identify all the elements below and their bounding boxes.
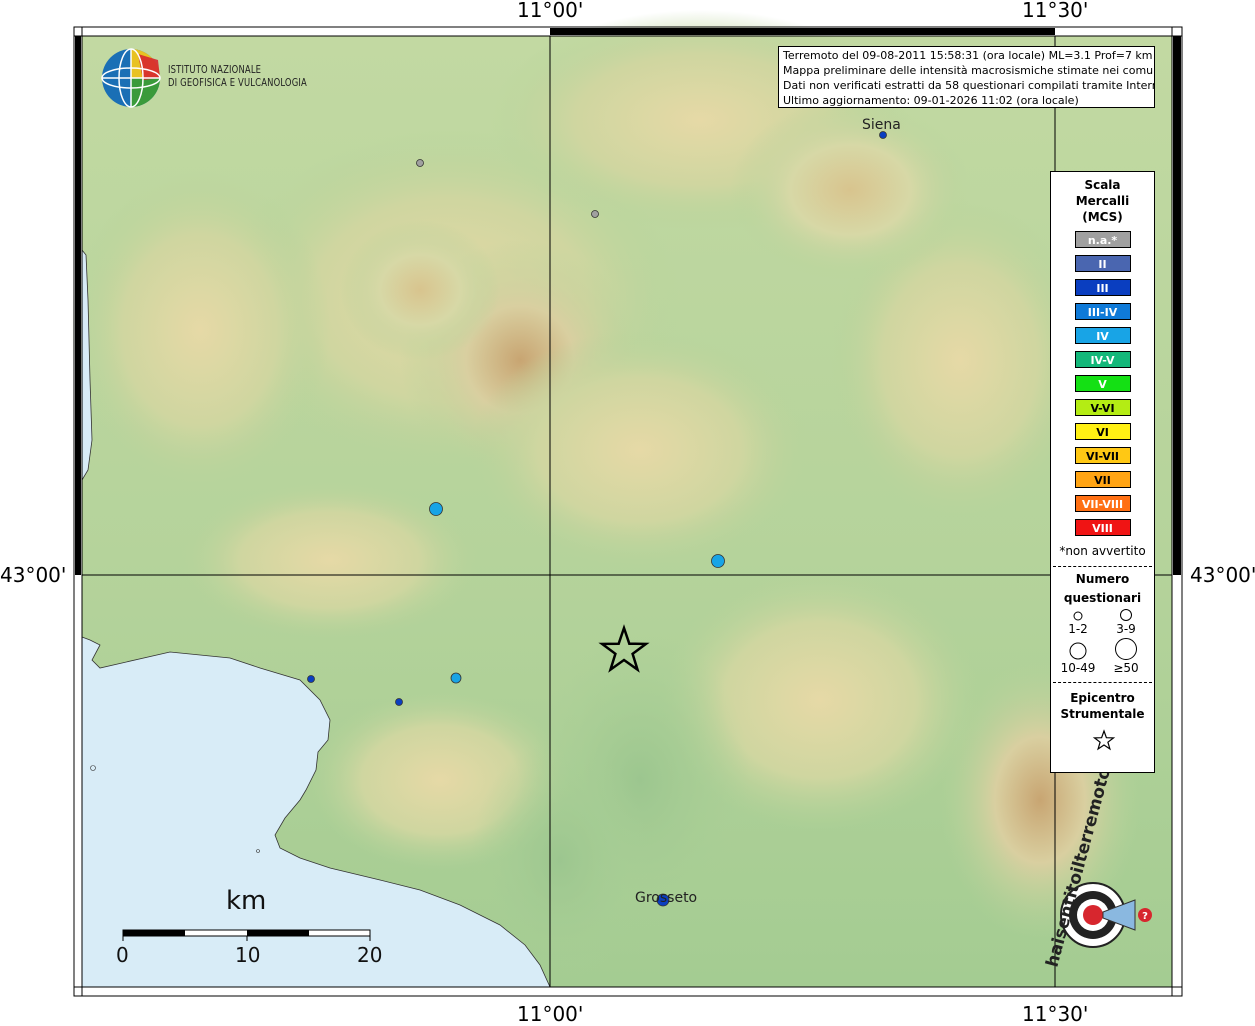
coord-right: 43°00'	[1190, 563, 1255, 587]
institute-line2: DI GEOFISICA E VULCANOLOGIA	[168, 76, 307, 89]
intensity-point-iv[interactable]	[711, 554, 725, 568]
legend-scale-item: n.a.*	[1074, 231, 1131, 248]
legend-note: *non avvertito	[1059, 544, 1146, 558]
legend-scale-item: VIII	[1074, 519, 1131, 536]
ingv-logo-icon	[101, 48, 161, 108]
legend-scale-item: VI	[1074, 423, 1131, 440]
coord-bottom-right: 11°30'	[1022, 1002, 1089, 1026]
scalebar-unit: km	[226, 886, 267, 916]
legend-count-1-2: 1-2	[1068, 622, 1088, 636]
intensity-point-iii[interactable]	[395, 698, 403, 706]
legend-epicenter-line2: Strumentale	[1060, 707, 1145, 721]
legend-divider	[1053, 566, 1152, 567]
legend-count-10-49: 10-49	[1060, 661, 1096, 675]
legend-count-title-line2: questionari	[1063, 591, 1142, 605]
legend-scale-item: VI-VII	[1074, 447, 1131, 464]
legend-title: Scala Mercalli (MCS)	[1051, 177, 1154, 225]
event-info-line2: Mappa preliminare delle intensità macros…	[783, 64, 1155, 77]
legend-title-line2: Mercalli	[1075, 194, 1130, 208]
svg-text:?: ?	[1142, 911, 1148, 922]
intensity-point-iv[interactable]	[450, 672, 462, 684]
intensity-point-na[interactable]	[591, 210, 599, 218]
legend-scale-item: VII-VIII	[1074, 495, 1131, 512]
legend-scale-item: V-VI	[1074, 399, 1131, 416]
legend-scale-item: IV	[1074, 327, 1131, 344]
legend-title-line1: Scala	[1084, 178, 1121, 192]
legend-scale-item: VII	[1074, 471, 1131, 488]
legend-count-3-9: 3-9	[1116, 622, 1136, 636]
scalebar-tick-0: 0	[116, 943, 129, 967]
place-siena: Siena	[862, 117, 901, 133]
mcs-legend: Scala Mercalli (MCS) n.a.* II III III-IV IV I…	[1050, 171, 1155, 773]
institute-name: ISTITUTO NAZIONALE DI GEOFISICA E VULCAN…	[168, 63, 307, 89]
intensity-point-iv[interactable]	[429, 502, 443, 516]
legend-scale-item: V	[1074, 375, 1131, 392]
legend-star-icon	[1092, 729, 1116, 751]
legend-count-50: ≥50	[1113, 661, 1139, 675]
legend-epicenter-line1: Epicentro	[1070, 691, 1135, 705]
coord-top-right: 11°30'	[1022, 0, 1089, 22]
institute-line1: ISTITUTO NAZIONALE	[168, 63, 262, 76]
coord-left: 43°00'	[0, 563, 67, 587]
coord-top-left: 11°00'	[517, 0, 584, 22]
legend-scale-item: IV-V	[1074, 351, 1131, 368]
islet	[90, 765, 96, 771]
legend-count-title: Numero questionari	[1051, 571, 1154, 606]
intensity-point-na[interactable]	[416, 159, 424, 167]
event-info-box: Terremoto del 09-08-2011 15:58:31 (ora l…	[778, 46, 1155, 108]
legend-count-title-line1: Numero	[1075, 572, 1130, 586]
scalebar-tick-10: 10	[235, 943, 261, 967]
place-grosseto: Grosseto	[635, 890, 698, 906]
legend-title-line3: (MCS)	[1082, 210, 1123, 224]
event-info-line1: Terremoto del 09-08-2011 15:58:31 (ora l…	[783, 49, 1153, 62]
coord-bottom-left: 11°00'	[517, 1002, 584, 1026]
legend-count-symbols: 1-2 3-9 10-49 ≥50	[1051, 606, 1154, 676]
legend-epicenter-title: Epicentro Strumentale	[1051, 690, 1154, 722]
legend-scale-item: III	[1074, 279, 1131, 296]
event-info-line4: Ultimo aggiornamento: 09-01-2026 11:02 (…	[783, 94, 1079, 107]
event-info-line3: Dati non verificati estratti da 58 quest…	[783, 79, 1155, 92]
islet	[256, 849, 260, 853]
legend-divider	[1053, 682, 1152, 683]
legend-scale-list: n.a.* II III III-IV IV IV-V V V-VI VI VI-VII VII VI…	[1051, 231, 1154, 536]
intensity-point-iii[interactable]	[307, 675, 315, 683]
legend-scale-item: III-IV	[1074, 303, 1131, 320]
scalebar-tick-20: 20	[357, 943, 383, 967]
legend-scale-item: II	[1074, 255, 1131, 272]
